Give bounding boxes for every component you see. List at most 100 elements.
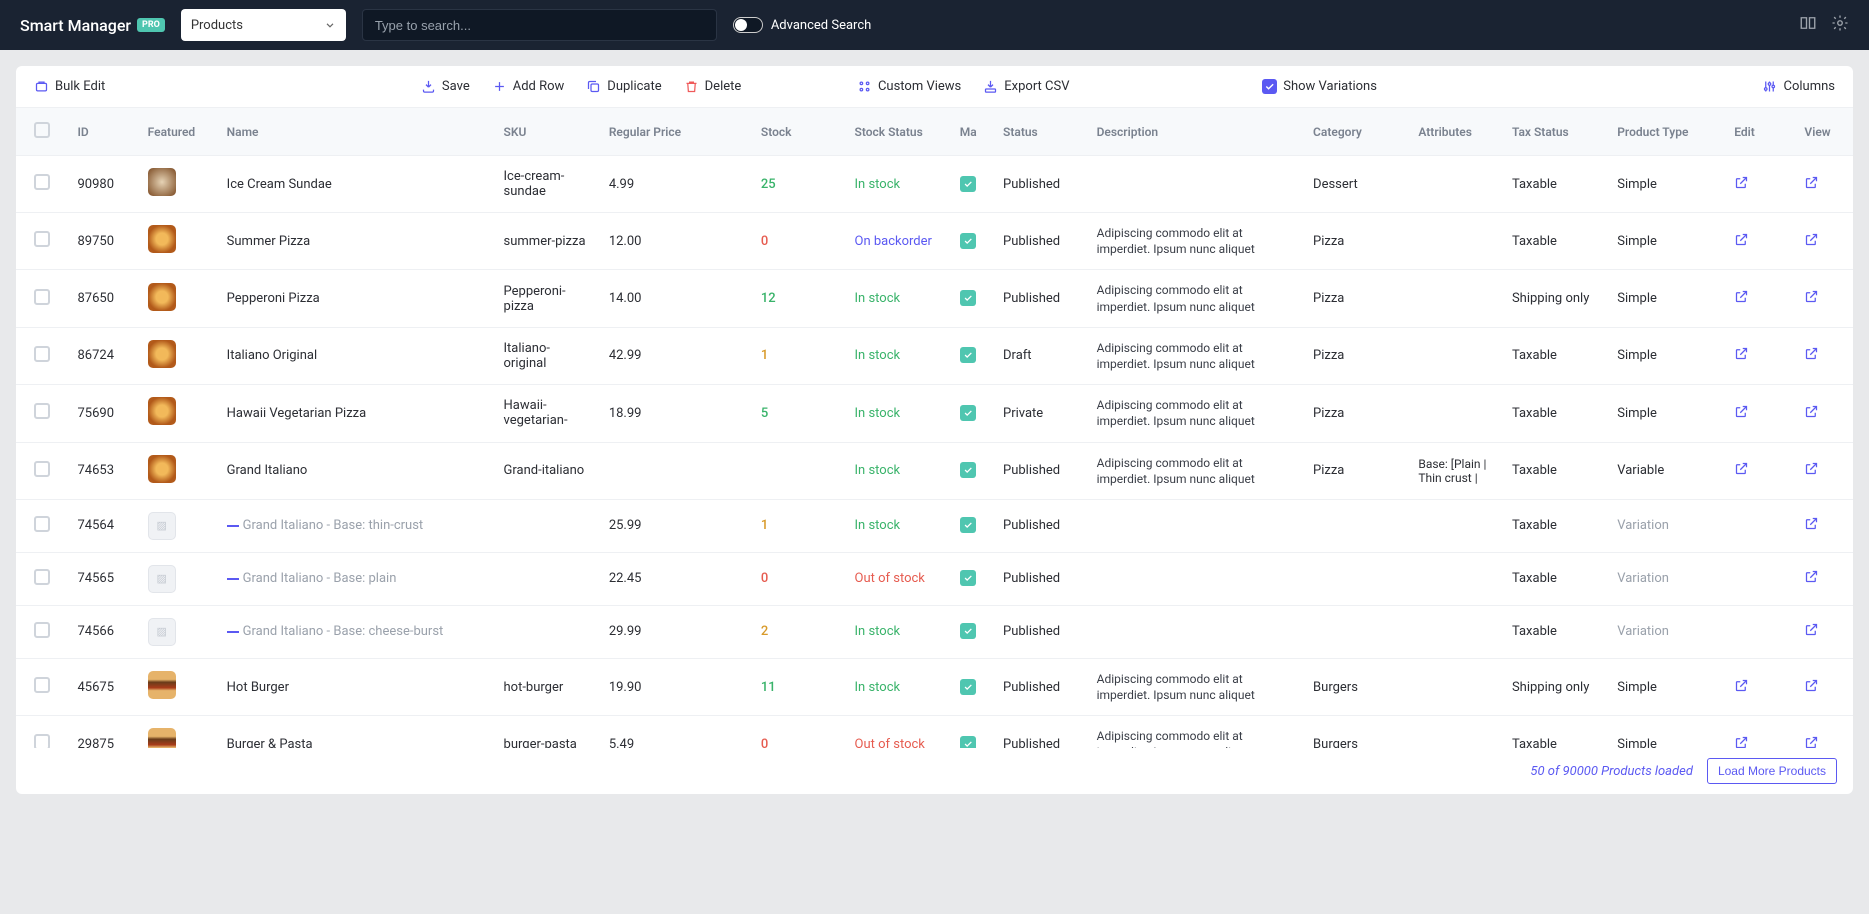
table-row[interactable]: 75690Hawaii Vegetarian PizzaHawaii-veget… xyxy=(16,385,1853,442)
image-placeholder-icon: ▨ xyxy=(148,565,176,593)
row-checkbox[interactable] xyxy=(34,403,50,419)
row-checkbox[interactable] xyxy=(34,516,50,532)
product-type: Simple xyxy=(1617,234,1657,249)
view-link-icon[interactable] xyxy=(1804,408,1819,423)
row-checkbox[interactable] xyxy=(34,622,50,638)
duplicate-button[interactable]: Duplicate xyxy=(586,79,661,94)
edit-link-icon[interactable] xyxy=(1734,293,1749,308)
search-input[interactable] xyxy=(375,18,704,33)
row-checkbox[interactable] xyxy=(34,569,50,585)
cell-ptype: Simple xyxy=(1607,270,1724,327)
view-link-icon[interactable] xyxy=(1804,465,1819,480)
view-link-icon[interactable] xyxy=(1804,236,1819,251)
cell-price: 12.00 xyxy=(599,213,751,270)
column-header[interactable]: Regular Price xyxy=(599,108,751,156)
table-row[interactable]: 74566▨Grand Italiano - Base: cheese-burs… xyxy=(16,605,1853,658)
column-header[interactable]: Description xyxy=(1087,108,1303,156)
row-checkbox[interactable] xyxy=(34,346,50,362)
cell-sku xyxy=(494,552,599,605)
advanced-search-toggle[interactable]: Advanced Search xyxy=(733,17,871,33)
cell-price xyxy=(599,442,751,499)
view-link-icon[interactable] xyxy=(1804,520,1819,535)
edit-link-icon[interactable] xyxy=(1734,682,1749,697)
cell-tax: Taxable xyxy=(1502,605,1607,658)
column-header[interactable]: Product Type xyxy=(1607,108,1724,156)
table-row[interactable]: 86724Italiano OriginalItaliano-original4… xyxy=(16,327,1853,384)
cell-stock: 0 xyxy=(751,716,845,748)
row-checkbox[interactable] xyxy=(34,289,50,305)
cell-id: 90980 xyxy=(67,156,137,213)
edit-link-icon[interactable] xyxy=(1734,236,1749,251)
table-row[interactable]: 74564▨Grand Italiano - Base: thin-crust2… xyxy=(16,499,1853,552)
column-header[interactable]: ID xyxy=(67,108,137,156)
column-header[interactable]: SKU xyxy=(494,108,599,156)
view-link-icon[interactable] xyxy=(1804,350,1819,365)
column-header[interactable]: Category xyxy=(1303,108,1408,156)
row-checkbox[interactable] xyxy=(34,461,50,477)
export-csv-button[interactable]: Export CSV xyxy=(983,79,1069,94)
row-checkbox[interactable] xyxy=(34,231,50,247)
bulk-edit-button[interactable]: Bulk Edit xyxy=(34,79,105,94)
custom-views-button[interactable]: Custom Views xyxy=(857,79,961,94)
cell-featured xyxy=(138,270,217,327)
edit-link-icon[interactable] xyxy=(1734,350,1749,365)
post-type-select[interactable]: Products xyxy=(181,9,346,41)
column-header[interactable]: Attributes xyxy=(1408,108,1502,156)
view-link-icon[interactable] xyxy=(1804,626,1819,641)
column-header[interactable]: Stock xyxy=(751,108,845,156)
sliders-icon xyxy=(1762,79,1777,94)
table-scroll[interactable]: IDFeaturedNameSKURegular PriceStockStock… xyxy=(16,108,1853,748)
cell-view xyxy=(1794,270,1853,327)
select-all-checkbox[interactable] xyxy=(34,122,50,138)
row-checkbox[interactable] xyxy=(34,174,50,190)
cell-description: Adipiscing commodo elit at imperdiet. Ip… xyxy=(1087,213,1303,270)
table-row[interactable]: 45675Hot Burgerhot-burger19.9011In stock… xyxy=(16,658,1853,715)
save-button[interactable]: Save xyxy=(421,79,470,94)
table-row[interactable]: 29875Burger & Pastaburger-pasta5.490Out … xyxy=(16,716,1853,748)
table-row[interactable]: 74565▨Grand Italiano - Base: plain22.450… xyxy=(16,552,1853,605)
edit-link-icon[interactable] xyxy=(1734,739,1749,748)
cell-attributes xyxy=(1408,716,1502,748)
view-link-icon[interactable] xyxy=(1804,179,1819,194)
column-header[interactable]: Ma xyxy=(950,108,993,156)
topbar: Smart Manager PRO Products Advanced Sear… xyxy=(0,0,1869,50)
edit-link-icon[interactable] xyxy=(1734,465,1749,480)
column-header[interactable]: Stock Status xyxy=(845,108,950,156)
gear-icon[interactable] xyxy=(1831,14,1849,36)
add-row-button[interactable]: Add Row xyxy=(492,79,565,94)
edit-link-icon[interactable] xyxy=(1734,179,1749,194)
delete-label: Delete xyxy=(705,79,742,94)
column-header[interactable]: Status xyxy=(993,108,1087,156)
column-header[interactable]: Edit xyxy=(1724,108,1794,156)
table-row[interactable]: 90980Ice Cream SundaeIce-cream-sundae4.9… xyxy=(16,156,1853,213)
product-type: Simple xyxy=(1617,291,1657,306)
cell-name: Pepperoni Pizza xyxy=(217,270,494,327)
table-row[interactable]: 87650Pepperoni PizzaPepperoni-pizza14.00… xyxy=(16,270,1853,327)
column-header[interactable]: Name xyxy=(217,108,494,156)
load-more-button[interactable]: Load More Products xyxy=(1707,758,1837,784)
view-link-icon[interactable] xyxy=(1804,573,1819,588)
show-variations-toggle[interactable]: Show Variations xyxy=(1262,79,1377,94)
table-body: 90980Ice Cream SundaeIce-cream-sundae4.9… xyxy=(16,156,1853,749)
check-badge-icon xyxy=(960,679,976,695)
export-csv-label: Export CSV xyxy=(1004,79,1069,94)
toggle-pill[interactable] xyxy=(733,17,763,33)
docs-icon[interactable] xyxy=(1799,14,1817,36)
columns-button[interactable]: Columns xyxy=(1762,79,1835,94)
column-header[interactable]: Featured xyxy=(138,108,217,156)
column-header[interactable]: Tax Status xyxy=(1502,108,1607,156)
delete-button[interactable]: Delete xyxy=(684,79,742,94)
product-type: Simple xyxy=(1617,177,1657,192)
view-link-icon[interactable] xyxy=(1804,293,1819,308)
column-header[interactable]: View xyxy=(1794,108,1853,156)
view-link-icon[interactable] xyxy=(1804,682,1819,697)
row-checkbox[interactable] xyxy=(34,677,50,693)
check-badge-icon xyxy=(960,405,976,421)
edit-link-icon[interactable] xyxy=(1734,408,1749,423)
table-row[interactable]: 89750Summer Pizzasummer-pizza12.000On ba… xyxy=(16,213,1853,270)
search-input-wrapper[interactable] xyxy=(362,9,717,41)
column-header[interactable] xyxy=(16,108,67,156)
table-row[interactable]: 74653Grand ItalianoGrand-italianoIn stoc… xyxy=(16,442,1853,499)
view-link-icon[interactable] xyxy=(1804,739,1819,748)
row-checkbox[interactable] xyxy=(34,734,50,748)
